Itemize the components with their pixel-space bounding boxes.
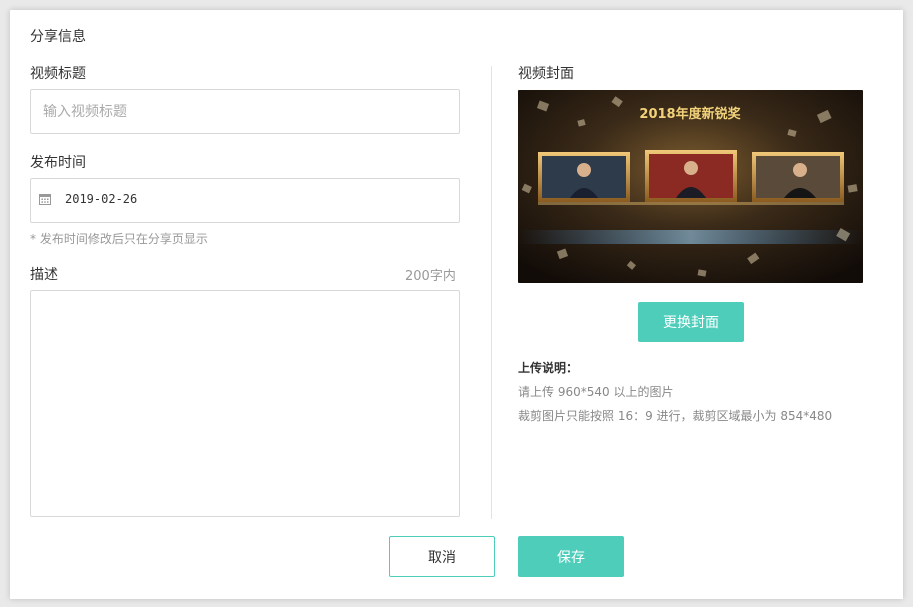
- dialog-title: 分享信息: [30, 29, 86, 45]
- description-label: 描述: [30, 267, 58, 283]
- publish-date-value: 2019-02-26: [65, 192, 138, 206]
- calendar-icon: [39, 194, 51, 205]
- cover-banner-text: 2018年度新锐奖: [639, 106, 741, 122]
- cancel-button[interactable]: 取消: [389, 536, 495, 577]
- video-title-input[interactable]: [31, 90, 459, 133]
- cover-image: 2018年度新锐奖: [518, 90, 863, 283]
- save-button[interactable]: 保存: [518, 536, 624, 577]
- description-limit: 200字内: [405, 269, 456, 284]
- publish-time-field[interactable]: 2019-02-26: [30, 178, 460, 223]
- column-divider: [491, 66, 492, 519]
- description-textarea[interactable]: [30, 290, 460, 517]
- publish-time-label: 发布时间: [30, 155, 86, 171]
- share-info-dialog: 分享信息 视频标题 发布时间 2019-02-26 * 发布时间修改后只在分享页…: [10, 10, 903, 599]
- video-title-label: 视频标题: [30, 66, 86, 82]
- publish-time-hint: * 发布时间修改后只在分享页显示: [30, 232, 208, 246]
- upload-notes-title: 上传说明：: [518, 361, 579, 375]
- cover-label: 视频封面: [518, 66, 574, 82]
- video-title-field: [30, 89, 460, 134]
- change-cover-button[interactable]: 更换封面: [638, 302, 744, 342]
- upload-note-line: 请上传 960*540 以上的图片: [518, 385, 674, 399]
- upload-note-line: 裁剪图片只能按照 16：9 进行，裁剪区域最小为 854*480: [518, 409, 833, 423]
